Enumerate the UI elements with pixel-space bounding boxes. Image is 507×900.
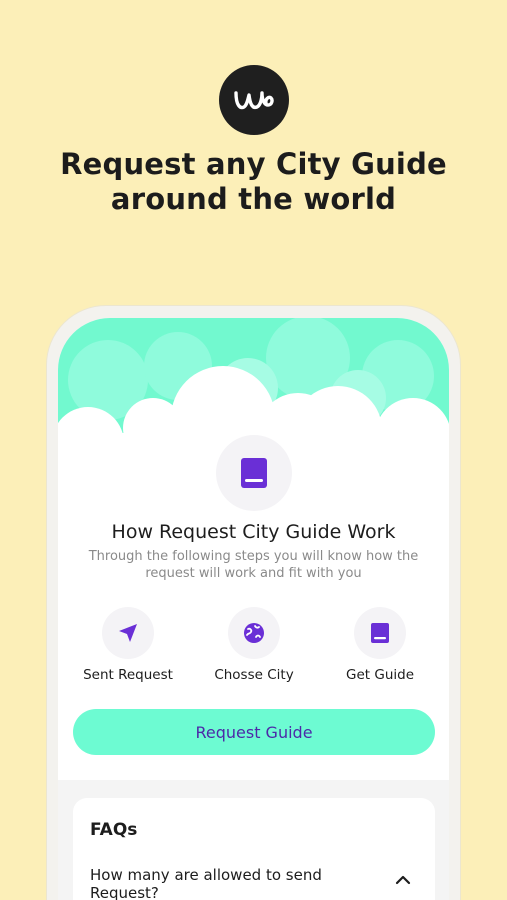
step-choose-city-badge: [228, 607, 280, 659]
globe-icon: [244, 623, 264, 643]
book-icon: [241, 458, 267, 488]
how-it-works-card: How Request City Guide Work Through the …: [58, 318, 449, 780]
step-label-choose-city: Chosse City: [214, 667, 294, 683]
request-guide-button[interactable]: Request Guide: [73, 709, 435, 755]
cloud-header-illustration: [58, 318, 449, 448]
faq-toggle[interactable]: [393, 870, 413, 890]
page-headline: Request any City Guide around the world: [0, 147, 507, 217]
main-book-badge: [216, 435, 292, 511]
we-logo-icon: [234, 91, 274, 110]
step-label-sent-request: Sent Request: [83, 667, 173, 683]
book-icon: [371, 623, 389, 643]
card-title: How Request City Guide Work: [111, 521, 396, 543]
phone-screen: How Request City Guide Work Through the …: [58, 318, 449, 900]
headline-line-2: around the world: [110, 182, 397, 216]
send-icon: [119, 624, 137, 642]
headline-line-1: Request any City Guide: [60, 147, 447, 181]
faq-question[interactable]: How many are allowed to send Request?: [90, 866, 360, 900]
step-label-get-guide: Get Guide: [346, 667, 414, 683]
chevron-up-icon: [395, 875, 411, 885]
faq-section: FAQs How many are allowed to send Reques…: [73, 798, 435, 900]
step-sent-request-badge: [102, 607, 154, 659]
faq-title: FAQs: [90, 820, 138, 840]
card-description: Through the following steps you will kno…: [88, 549, 419, 581]
app-logo: [219, 65, 289, 135]
step-get-guide-badge: [354, 607, 406, 659]
